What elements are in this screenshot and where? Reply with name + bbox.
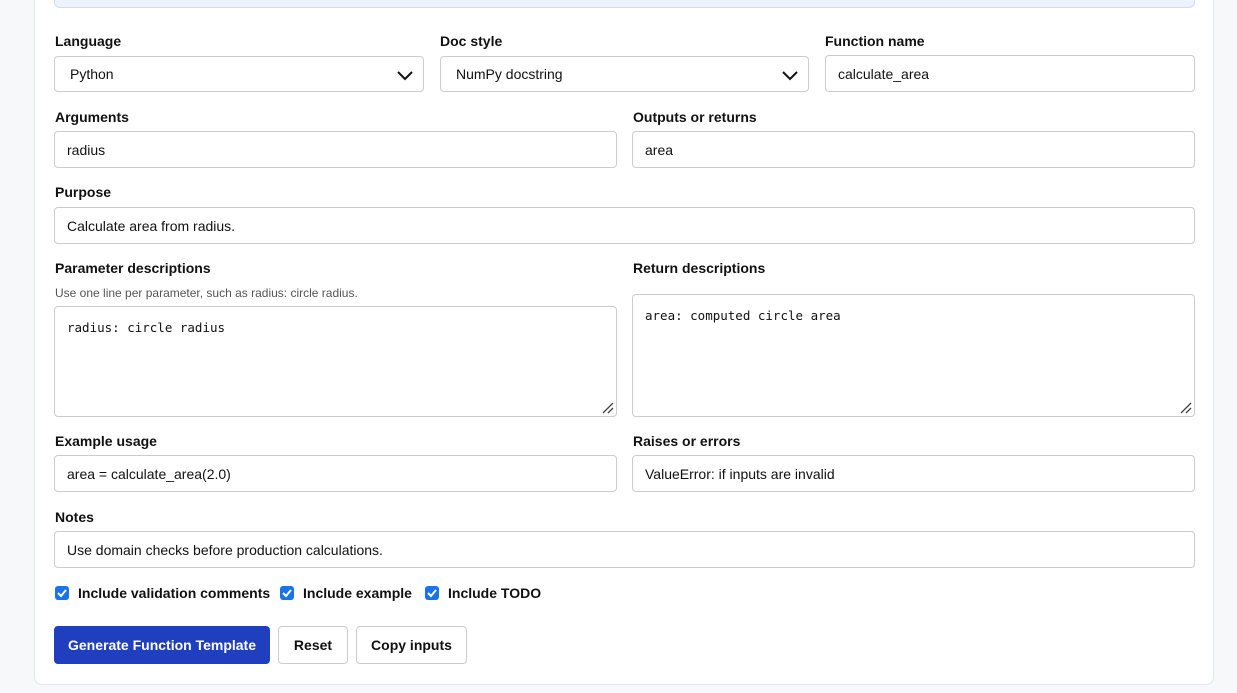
doc-style-select[interactable]: NumPy docstring [440,56,809,92]
example-value: area = calculate_area(2.0) [67,465,231,482]
checkmark-icon [427,589,437,598]
include-example-checkbox[interactable] [280,586,294,600]
purpose-value: Calculate area from radius. [67,217,236,234]
copy-inputs-button[interactable]: Copy inputs [356,626,467,664]
function-name-input[interactable]: calculate_area [825,55,1195,92]
validation-comments-label[interactable]: Include validation comments [78,585,270,601]
param-desc-value: radius: circle radius [67,320,226,335]
return-desc-textarea[interactable]: area: computed circle area [632,294,1195,417]
example-label: Example usage [55,433,157,449]
checkmark-icon [57,589,67,598]
include-todo-checkbox[interactable] [425,586,439,600]
doc-style-value: NumPy docstring [456,66,563,82]
notes-label: Notes [55,509,94,525]
include-todo-label[interactable]: Include TODO [448,585,541,601]
raises-label: Raises or errors [633,433,741,449]
resize-handle-icon[interactable] [1178,400,1192,414]
purpose-input[interactable]: Calculate area from radius. [54,207,1195,244]
outputs-input[interactable]: area [632,131,1195,168]
arguments-input[interactable]: radius [54,131,617,168]
param-desc-label: Parameter descriptions [55,260,211,276]
include-example-label[interactable]: Include example [303,585,412,601]
return-desc-label: Return descriptions [633,260,766,276]
param-desc-textarea[interactable]: radius: circle radius [54,306,617,417]
resize-handle-icon[interactable] [600,400,614,414]
notes-value: Use domain checks before production calc… [67,541,383,558]
language-label: Language [55,33,122,49]
purpose-label: Purpose [55,184,112,200]
notes-input[interactable]: Use domain checks before production calc… [54,531,1195,568]
reset-button[interactable]: Reset [278,626,348,664]
validation-comments-checkbox[interactable] [55,586,69,600]
function-name-value: calculate_area [838,65,930,82]
arguments-value: radius [67,141,106,158]
language-select[interactable]: Python [54,56,424,92]
param-desc-help: Use one line per parameter, such as radi… [55,286,358,300]
outputs-value: area [645,141,674,158]
chevron-down-icon [782,71,798,81]
doc-style-label: Doc style [440,33,503,49]
generate-template-button[interactable]: Generate Function Template [54,626,270,664]
return-desc-value: area: computed circle area [645,308,841,323]
checkmark-icon [282,589,292,598]
chevron-down-icon [397,71,413,81]
arguments-label: Arguments [55,109,129,125]
function-name-label: Function name [825,33,925,49]
raises-value: ValueError: if inputs are invalid [645,465,835,482]
info-banner [54,0,1195,8]
outputs-label: Outputs or returns [633,109,757,125]
language-value: Python [70,66,114,82]
example-input[interactable]: area = calculate_area(2.0) [54,455,617,492]
raises-input[interactable]: ValueError: if inputs are invalid [632,455,1195,492]
